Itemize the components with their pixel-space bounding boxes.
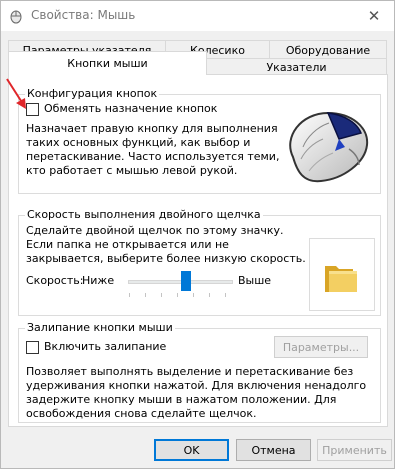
slider-tick (193, 293, 194, 297)
button-config-desc-2: таких основных функций, как выбор и (26, 136, 251, 149)
speed-high-label: Выше (238, 274, 272, 287)
click-lock-desc-4: освобождения снова сделайте щелчок. (26, 407, 257, 420)
double-click-title: Скорость выполнения двойного щелчка (25, 208, 263, 221)
button-config-desc-4: кто работает с мышью левой рукой. (26, 164, 238, 177)
button-config-group: Конфигурация кнопок Обменять назначение … (18, 87, 381, 194)
apply-button[interactable]: Применить (317, 439, 392, 461)
folder-icon[interactable] (323, 260, 359, 294)
click-lock-desc-1: Позволяет выполнять выделение и перетаск… (26, 365, 354, 378)
red-arrow-annotation (4, 77, 30, 111)
tab-hardware[interactable]: Оборудование (269, 40, 387, 60)
close-icon[interactable]: ✕ (354, 1, 394, 31)
click-lock-settings-button[interactable]: Параметры... (274, 336, 368, 358)
cancel-button[interactable]: Отмена (236, 439, 311, 461)
mouse-properties-window: Свойства: Мышь ✕ Параметры указателя Кол… (0, 0, 395, 469)
ok-button[interactable]: OK (154, 439, 229, 461)
tab-pointers[interactable]: Указатели (206, 58, 387, 75)
button-config-title: Конфигурация кнопок (25, 87, 160, 100)
double-click-desc-3: закрывается, выберите более низкую скоро… (26, 252, 306, 265)
slider-tick (161, 293, 162, 297)
double-click-speed-thumb[interactable] (180, 271, 191, 291)
slider-tick (209, 293, 210, 297)
mouse-app-icon (8, 8, 24, 24)
click-lock-title: Залипание кнопки мыши (25, 321, 175, 334)
click-lock-desc-2: удерживания кнопки нажатой. Для включени… (26, 379, 367, 392)
button-config-desc-3: перетаскивание. Часто используется теми, (26, 150, 280, 163)
test-folder-area[interactable] (309, 238, 375, 311)
tab-mouse-buttons[interactable]: Кнопки мыши (8, 51, 207, 75)
slider-tick (177, 293, 178, 297)
speed-low-label: Ниже (82, 274, 115, 287)
speed-label: Скорость: (26, 274, 84, 287)
double-click-group: Скорость выполнения двойного щелчка Сдел… (18, 208, 381, 316)
tab-panel: Конфигурация кнопок Обменять назначение … (8, 74, 388, 427)
slider-tick (225, 293, 226, 297)
click-lock-group: Залипание кнопки мыши Включить залипание… (18, 321, 381, 423)
button-config-desc-1: Назначает правую кнопку для выполнения (26, 122, 278, 135)
title-bar: Свойства: Мышь ✕ (1, 1, 394, 31)
slider-tick (145, 293, 146, 297)
tab-strip: Параметры указателя Колесико Оборудовани… (1, 31, 395, 75)
double-click-desc-1: Сделайте двойной щелчок по этому значку. (26, 224, 284, 237)
mouse-illustration (273, 97, 377, 191)
window-title: Свойства: Мышь (31, 8, 136, 22)
click-lock-desc-3: задержите кнопку мыши в нажатом положени… (26, 393, 337, 406)
click-lock-label[interactable]: Включить залипание (44, 340, 166, 354)
double-click-desc-2: Если папка не открывается или не (26, 238, 229, 251)
swap-buttons-label[interactable]: Обменять назначение кнопок (44, 102, 217, 116)
click-lock-checkbox[interactable] (26, 341, 39, 354)
slider-tick (129, 293, 130, 297)
